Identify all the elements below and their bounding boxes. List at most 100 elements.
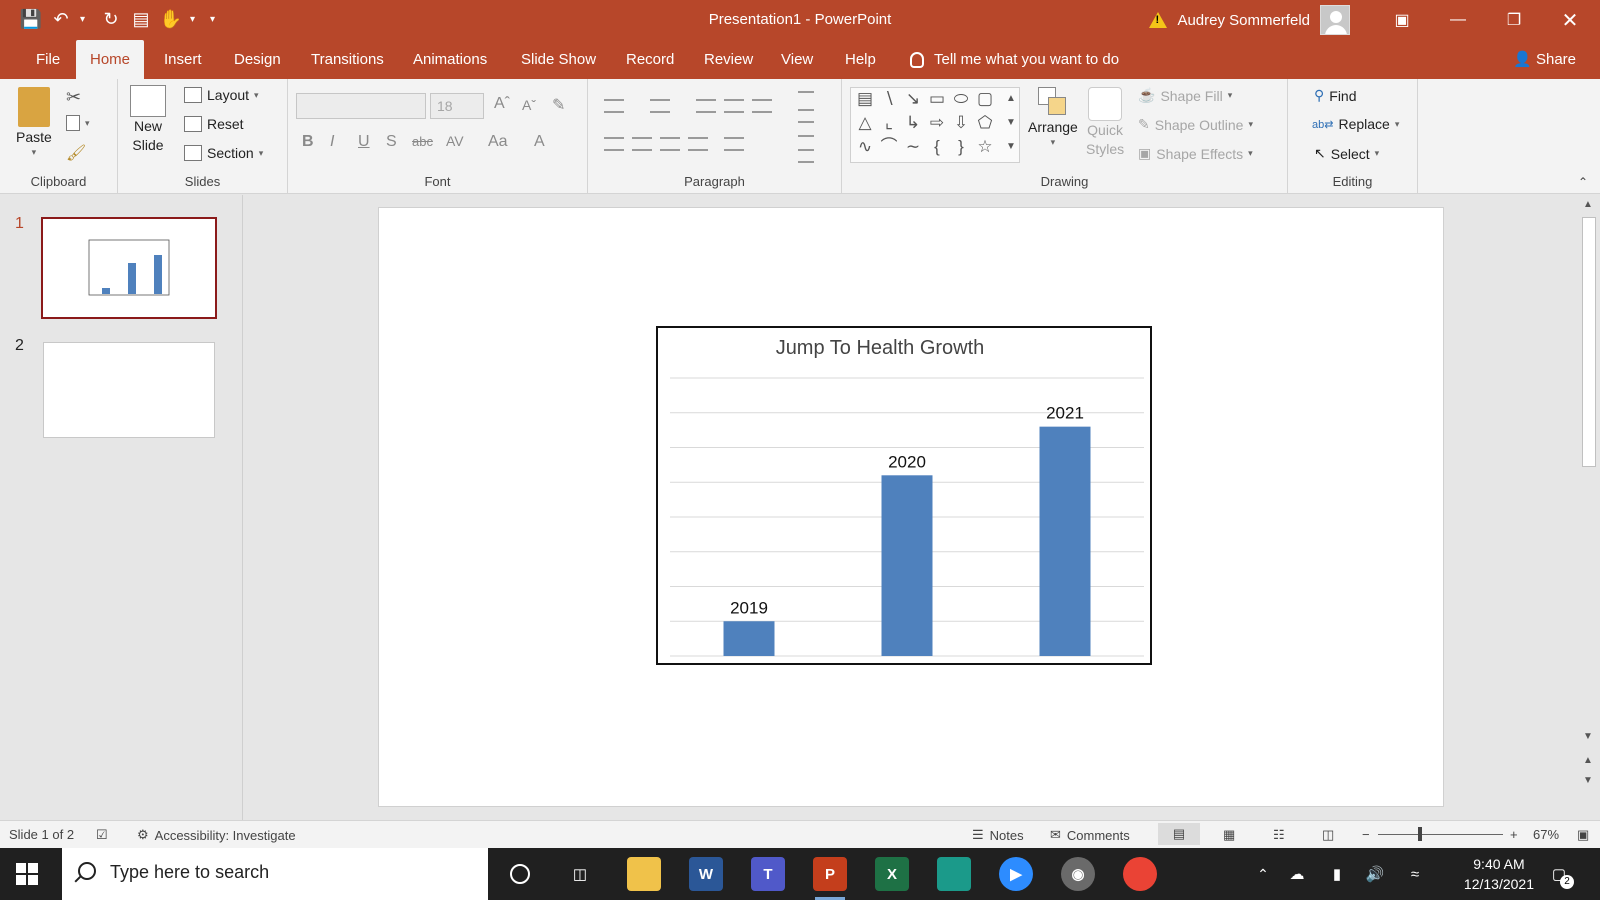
slide-show-icon[interactable]: ◫ <box>1322 827 1334 843</box>
tab-animations[interactable]: Animations <box>399 40 501 79</box>
tab-transitions[interactable]: Transitions <box>297 40 398 79</box>
slide-counter[interactable]: Slide 1 of 2 <box>9 827 74 842</box>
chart-bar-2019[interactable] <box>723 621 775 656</box>
zoom-slider[interactable] <box>1378 834 1503 835</box>
zoom-level[interactable]: 67% <box>1533 827 1559 842</box>
chart-bar-2020[interactable] <box>881 475 933 656</box>
decrease-indent-icon[interactable] <box>696 99 716 113</box>
justify-icon[interactable] <box>688 137 708 151</box>
powerpoint-icon[interactable]: P <box>813 857 847 900</box>
font-size-box[interactable]: 18 <box>430 93 484 119</box>
increase-font-icon[interactable]: Aˆ <box>494 95 510 113</box>
zoom-in-icon[interactable]: + <box>1510 827 1518 842</box>
clear-formatting-icon[interactable]: ✎ <box>552 95 565 115</box>
spell-check-icon[interactable]: ☑ <box>96 827 108 843</box>
zoom-out-icon[interactable]: − <box>1362 827 1370 842</box>
tab-help[interactable]: Help <box>831 40 890 79</box>
copy-dropdown-icon[interactable]: ▾ <box>85 118 90 129</box>
share-button[interactable]: 👤 Share <box>1513 40 1576 79</box>
battery-icon[interactable]: ▮ <box>1320 857 1354 891</box>
bullets-icon[interactable] <box>604 99 624 113</box>
wifi-icon[interactable]: ≈ <box>1398 857 1432 891</box>
taskbar-search-box[interactable]: Type here to search <box>62 848 488 900</box>
elbow-arrow-shape-icon[interactable]: ↳ <box>903 114 923 132</box>
align-right-icon[interactable] <box>660 137 680 151</box>
ribbon-display-options-icon[interactable]: ▣ <box>1374 0 1430 40</box>
find-button[interactable]: ⚲ Find <box>1314 87 1357 104</box>
change-case-icon[interactable]: Aa <box>488 133 508 151</box>
previous-slide-icon[interactable]: ▲ <box>1583 755 1593 766</box>
numbering-icon[interactable] <box>650 99 670 113</box>
down-arrow-shape-icon[interactable]: ⇩ <box>951 114 971 132</box>
line-spacing-icon[interactable] <box>752 99 772 113</box>
chart-bar-2021[interactable] <box>1039 426 1091 656</box>
scribble-shape-icon[interactable]: ∿ <box>855 138 875 156</box>
right-brace-shape-icon[interactable]: } <box>951 138 971 156</box>
camera-app-icon[interactable]: ◉ <box>1061 857 1095 891</box>
restore-icon[interactable]: ❐ <box>1486 0 1542 40</box>
layout-button[interactable]: Layout ▾ <box>184 87 259 103</box>
slide-thumbnail-2[interactable] <box>43 342 215 438</box>
notification-center-icon[interactable]: ▢ 2 <box>1542 857 1576 891</box>
arrow-line-shape-icon[interactable]: ↘ <box>903 90 923 108</box>
onedrive-icon[interactable]: ☁ <box>1280 857 1314 891</box>
accessibility-button[interactable]: ⚙ Accessibility: Investigate <box>137 827 296 843</box>
replace-button[interactable]: ab⇄ Replace ▾ <box>1312 116 1399 132</box>
font-name-box[interactable] <box>296 93 426 119</box>
rounded-rectangle-shape-icon[interactable]: ▢ <box>975 90 995 108</box>
paste-button[interactable]: Paste ▾ <box>16 87 52 158</box>
arc-shape-icon[interactable]: ⌒ <box>879 138 899 156</box>
normal-view-icon[interactable]: ▤ <box>1158 823 1200 845</box>
shape-effects-button[interactable]: ▣ Shape Effects ▾ <box>1138 145 1253 162</box>
avatar[interactable] <box>1320 5 1350 35</box>
minimize-icon[interactable]: — <box>1430 0 1486 40</box>
format-painter-icon[interactable]: 🖌 <box>66 143 86 163</box>
system-clock[interactable]: 9:40 AM 12/13/2021 <box>1464 854 1534 894</box>
chrome-icon[interactable] <box>1123 857 1157 891</box>
gallery-more-icon[interactable]: ▼ <box>1001 138 1021 156</box>
tab-slide-show[interactable]: Slide Show <box>507 40 610 79</box>
copy-button[interactable]: ▾ <box>66 115 90 131</box>
arrange-button[interactable]: Arrange ▾ <box>1028 87 1078 148</box>
freeform-shape-icon[interactable]: ⬠ <box>975 114 995 132</box>
reset-button[interactable]: Reset <box>184 116 244 132</box>
shapes-gallery[interactable]: ▤ ∖ ↘ ▭ ⬭ ▢ △ ⌞ ↳ ⇨ ⇩ ⬠ ∿ ⌒ ∼ { } ☆ ▲ ▼ … <box>850 87 1020 163</box>
tab-home[interactable]: Home <box>76 40 145 79</box>
shape-outline-button[interactable]: ✎ Shape Outline ▾ <box>1138 116 1253 133</box>
align-left-icon[interactable] <box>604 137 624 151</box>
character-spacing-icon[interactable]: AV <box>446 133 464 149</box>
new-slide-button[interactable]: New Slide <box>130 85 166 155</box>
paste-dropdown-icon[interactable]: ▾ <box>32 147 37 158</box>
task-view-icon[interactable]: ◫ <box>563 857 597 891</box>
scrollbar-thumb[interactable] <box>1582 217 1596 467</box>
cortana-icon[interactable] <box>503 857 537 891</box>
elbow-connector-shape-icon[interactable]: ⌞ <box>879 114 899 132</box>
warning-icon[interactable]: ! <box>1149 12 1168 28</box>
quick-styles-button[interactable]: Quick Styles <box>1086 87 1124 159</box>
decrease-font-icon[interactable]: Aˇ <box>522 97 536 113</box>
tab-insert[interactable]: Insert <box>150 40 216 79</box>
comments-button[interactable]: ✉ Comments <box>1050 827 1130 843</box>
tab-design[interactable]: Design <box>220 40 295 79</box>
smartart-icon[interactable] <box>798 149 814 163</box>
scroll-down-icon[interactable]: ▼ <box>1583 731 1593 742</box>
increase-indent-icon[interactable] <box>724 99 744 113</box>
section-button[interactable]: Section ▾ <box>184 145 263 161</box>
strikethrough-icon[interactable]: abc <box>412 134 433 149</box>
left-brace-shape-icon[interactable]: { <box>927 138 947 156</box>
shadow-icon[interactable]: S <box>386 133 397 151</box>
show-hidden-icons[interactable]: ⌃ <box>1246 857 1280 891</box>
word-icon[interactable]: W <box>689 857 723 891</box>
underline-icon[interactable]: U <box>358 133 370 151</box>
slide-thumbnail-1[interactable] <box>41 217 217 319</box>
tell-me-search[interactable]: Tell me what you want to do <box>910 40 1119 79</box>
oval-shape-icon[interactable]: ⬭ <box>951 90 971 108</box>
windows-start-icon[interactable] <box>16 863 38 885</box>
slide-sorter-icon[interactable]: ▦ <box>1223 827 1235 843</box>
close-icon[interactable]: ✕ <box>1542 0 1598 40</box>
cut-icon[interactable]: ✂ <box>66 87 81 108</box>
notes-button[interactable]: ☰ Notes <box>972 827 1024 843</box>
right-arrow-shape-icon[interactable]: ⇨ <box>927 114 947 132</box>
rectangle-shape-icon[interactable]: ▭ <box>927 90 947 108</box>
align-text-icon[interactable] <box>798 121 814 137</box>
